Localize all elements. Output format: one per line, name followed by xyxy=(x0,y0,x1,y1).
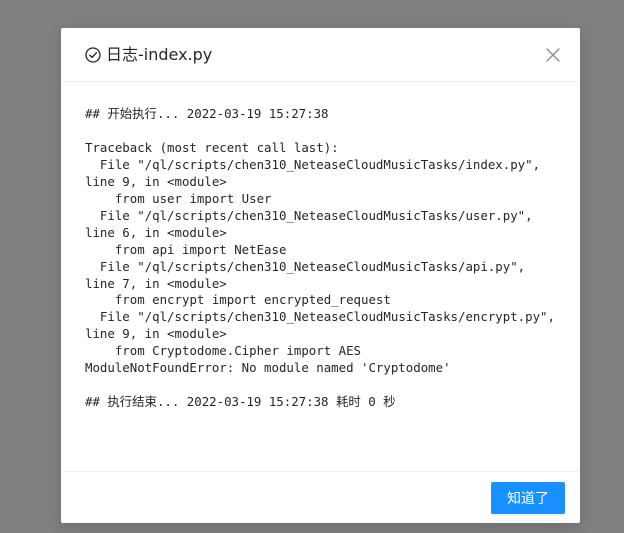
modal-footer: 知道了 xyxy=(61,471,580,523)
log-modal: 日志-index.py ## 开始执行... 2022-03-19 15:27:… xyxy=(61,28,580,523)
ok-button[interactable]: 知道了 xyxy=(491,482,565,514)
close-button[interactable] xyxy=(546,48,560,62)
modal-body: ## 开始执行... 2022-03-19 15:27:38 Traceback… xyxy=(85,106,555,411)
modal-title: 日志-index.py xyxy=(85,45,212,65)
close-icon xyxy=(546,48,560,62)
modal-header: 日志-index.py xyxy=(61,28,580,82)
log-output: ## 开始执行... 2022-03-19 15:27:38 Traceback… xyxy=(85,106,555,410)
modal-title-text: 日志-index.py xyxy=(106,45,213,64)
check-circle-icon xyxy=(85,47,101,63)
